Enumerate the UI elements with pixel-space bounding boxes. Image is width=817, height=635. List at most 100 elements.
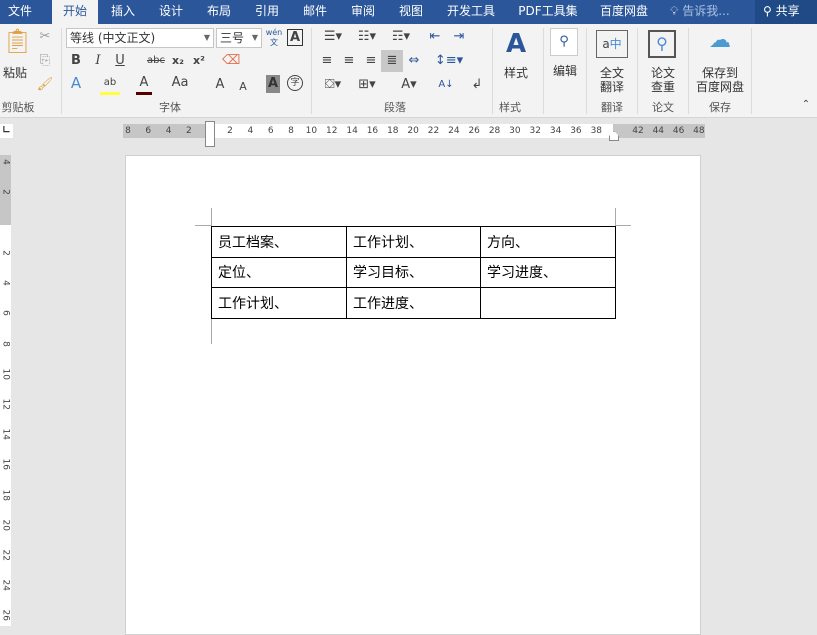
underline-button[interactable]: U [112, 52, 128, 70]
tab-baidu-pan[interactable]: 百度网盘 [594, 0, 654, 24]
vertical-ruler[interactable]: 4 2 2 4 6 8 10 12 14 16 18 20 22 24 26 [0, 155, 11, 626]
table-cell[interactable]: 学习进度、 [480, 256, 616, 288]
superscript-button[interactable]: x² [191, 52, 207, 70]
bold-button[interactable]: B [68, 52, 84, 70]
full-translate-button[interactable]: 全文 翻译 [590, 66, 634, 94]
tab-references[interactable]: 引用 [248, 0, 286, 24]
table-cell[interactable]: 工作计划、 [211, 287, 347, 319]
translate-line2: 翻译 [599, 80, 624, 94]
table-cell[interactable]: 工作计划、 [346, 226, 481, 258]
borders-button[interactable]: ⊞▾ [352, 76, 382, 94]
align-left-button[interactable]: ≡ [318, 52, 336, 70]
ruler-number: 12 [0, 398, 11, 410]
shading-button[interactable]: ⛋▾ [318, 76, 348, 94]
ruler-number: 4 [165, 126, 172, 136]
indent-marker[interactable] [205, 121, 215, 147]
font-size-select[interactable]: 三号 ▼ [216, 28, 262, 48]
distributed-button[interactable]: ⇔ [405, 52, 423, 70]
font-name-value: 等线 (中文正文) [70, 31, 156, 45]
table-cell[interactable]: 工作进度、 [346, 287, 481, 319]
highlight-color-button[interactable]: ab [100, 74, 120, 95]
change-case-button[interactable]: Aa [168, 74, 192, 92]
share-button[interactable]: ⚲ 共享 [755, 0, 817, 24]
character-border-button[interactable]: A [287, 29, 303, 46]
font-color-button[interactable]: A [136, 74, 152, 95]
decrease-indent-button[interactable]: ⇤ [426, 28, 444, 46]
paper-line2: 查重 [650, 80, 675, 94]
table-cell[interactable]: 定位、 [211, 256, 347, 288]
ruler-number: 26 [0, 609, 11, 622]
asian-layout-button[interactable]: A▾ [394, 76, 424, 94]
translate-icon[interactable]: a中 [596, 30, 628, 58]
ruler-number: 12 [326, 126, 338, 136]
increase-indent-button[interactable]: ⇥ [450, 28, 468, 46]
tab-insert[interactable]: 插入 [104, 0, 142, 24]
numbering-button[interactable]: ☷▾ [352, 28, 382, 46]
enclose-characters-button[interactable]: 字 [287, 75, 303, 91]
find-icon[interactable]: ⚲ [550, 28, 578, 56]
table-cell[interactable]: 员工档案、 [211, 226, 347, 258]
paste-icon[interactable]: 📋︎ [2, 29, 32, 53]
document-table[interactable]: 员工档案、 工作计划、 方向、 定位、 学习目标、 学习进度、 工作计划、 工作进度、 [211, 226, 616, 319]
bullets-button[interactable]: ☰▾ [318, 28, 348, 46]
tab-view[interactable]: 视图 [392, 0, 430, 24]
group-label-clipboard: 剪贴板 [1, 101, 35, 114]
shrink-font-button[interactable]: A [236, 78, 250, 96]
editing-button[interactable]: 编辑 [546, 64, 584, 78]
multilevel-list-button[interactable]: ☶▾ [386, 28, 416, 46]
baidu-cloud-icon[interactable]: ☁ [704, 30, 736, 52]
tab-home[interactable]: 开始 [52, 0, 98, 24]
styles-icon[interactable]: A [500, 28, 532, 60]
italic-button[interactable]: I [90, 52, 106, 70]
table-row: 定位、 学习目标、 学习进度、 [211, 256, 616, 288]
tab-developer[interactable]: 开发工具 [440, 0, 502, 24]
copy-icon[interactable]: ⎘ [36, 52, 54, 70]
font-size-value: 三号 [220, 31, 245, 45]
save-to-baidu-button[interactable]: 保存到 百度网盘 [690, 66, 750, 94]
ruler-number: 34 [549, 126, 562, 136]
ruler-number: 32 [529, 126, 541, 136]
table-cell[interactable]: 学习目标、 [346, 256, 481, 288]
ruler-number: 10 [305, 126, 318, 136]
text-effects-button[interactable]: A [68, 74, 84, 92]
tab-design[interactable]: 设计 [152, 0, 190, 24]
align-right-button[interactable]: ≡ [362, 52, 380, 70]
styles-button[interactable]: 样式 [496, 66, 536, 80]
clear-formatting-icon[interactable]: ⌫ [222, 52, 240, 70]
tab-review[interactable]: 审阅 [344, 0, 382, 24]
format-painter-icon[interactable]: 🖌︎ [36, 76, 54, 94]
ruler-number: 24 [0, 579, 11, 592]
line-spacing-button[interactable]: ↕≡▾ [434, 52, 464, 70]
table-cell[interactable] [480, 287, 616, 319]
ruler-number: 24 [448, 126, 460, 136]
plagiarism-check-button[interactable]: 论文 查重 [641, 66, 685, 94]
ruler-number: 16 [0, 458, 11, 471]
paste-button[interactable]: 粘贴 [0, 66, 30, 80]
ruler-number: 20 [407, 126, 419, 136]
grow-font-button[interactable]: A [212, 76, 228, 94]
ruler-number: 26 [468, 126, 480, 136]
ruler-number: 38 [590, 126, 603, 136]
cut-icon[interactable]: ✂ [36, 28, 54, 46]
show-marks-button[interactable]: ↲ [468, 76, 486, 94]
lightbulb-icon: 💡︎ [670, 4, 679, 18]
phonetic-guide-button[interactable]: wén 文 [264, 28, 284, 48]
table-row: 工作计划、 工作进度、 [211, 287, 616, 319]
character-shading-button[interactable]: A [266, 75, 280, 93]
justify-button[interactable]: ≣ [381, 50, 403, 72]
save-line2: 百度网盘 [695, 80, 744, 94]
font-name-select[interactable]: 等线 (中文正文) ▼ [66, 28, 214, 48]
subscript-button[interactable]: x₂ [170, 52, 186, 70]
plagiarism-check-icon[interactable]: ⚲ [648, 30, 676, 58]
tell-me-box[interactable]: 💡︎ 告诉我... [670, 0, 730, 24]
tab-file[interactable]: 文件 [0, 0, 40, 24]
center-button[interactable]: ≡ [340, 52, 358, 70]
table-cell[interactable]: 方向、 [480, 226, 616, 258]
tab-selector[interactable]: ∟ [0, 124, 13, 138]
tab-pdf-tools[interactable]: PDF工具集 [514, 0, 582, 24]
collapse-ribbon-icon[interactable]: ⌃ [800, 96, 812, 114]
strikethrough-button[interactable]: abc [145, 52, 167, 70]
tab-layout[interactable]: 布局 [200, 0, 238, 24]
tab-mailings[interactable]: 邮件 [296, 0, 334, 24]
sort-button[interactable]: A↓ [436, 76, 456, 94]
